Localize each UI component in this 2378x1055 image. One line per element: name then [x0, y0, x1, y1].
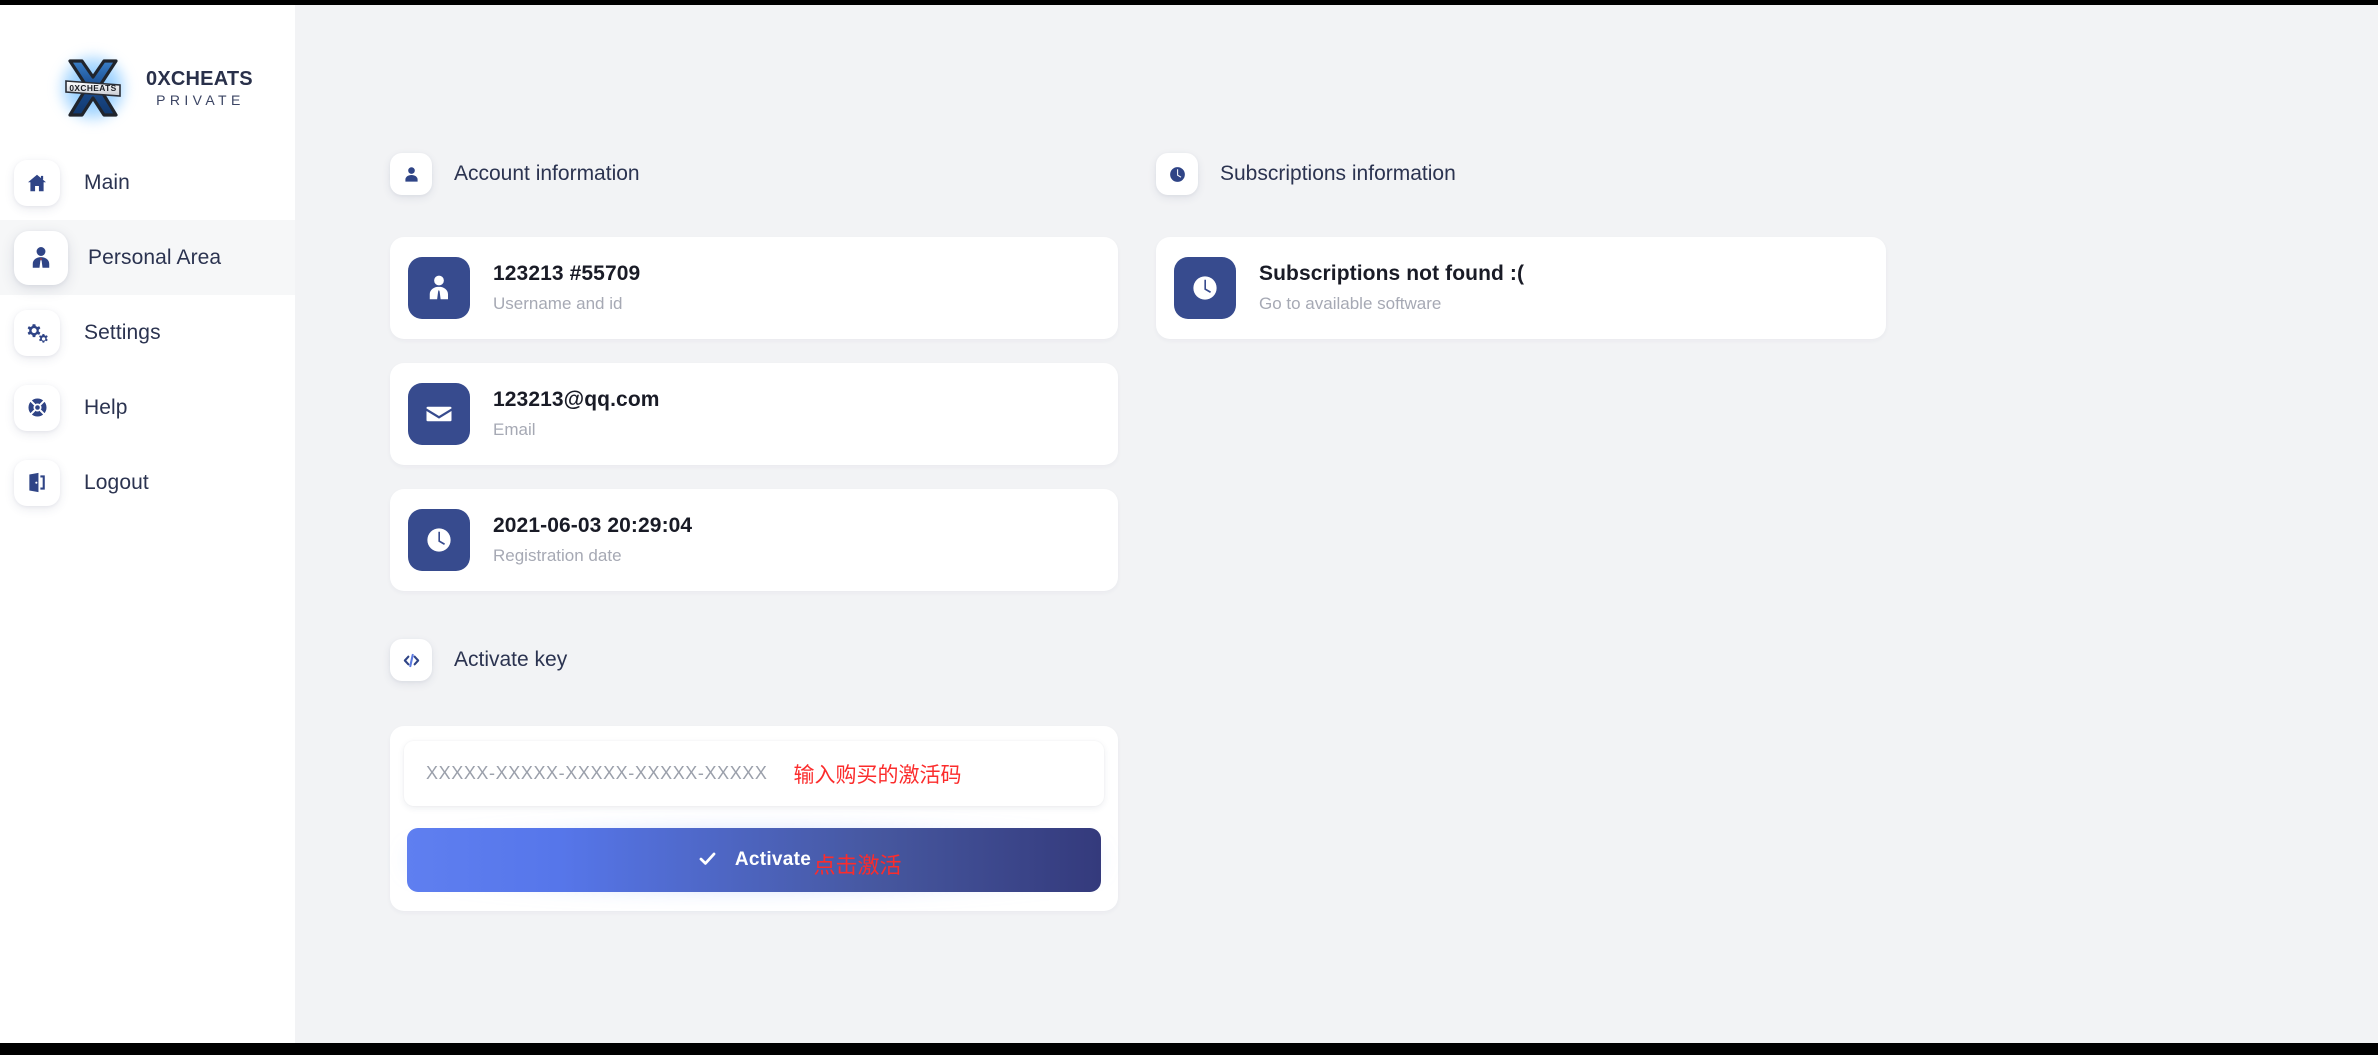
clock-icon: [1156, 153, 1198, 195]
subscription-card-empty[interactable]: Subscriptions not found :( Go to availab…: [1156, 237, 1886, 339]
user-icon: [390, 153, 432, 195]
account-column: Account information 123213 #55709 Userna…: [390, 153, 1118, 911]
content-columns: Account information 123213 #55709 Userna…: [295, 5, 2378, 911]
sidebar-item-label: Logout: [84, 470, 149, 494]
sidebar-item-logout[interactable]: Logout: [0, 445, 295, 520]
check-icon: [697, 848, 718, 872]
brand-title: 0XCHEATS: [146, 67, 253, 90]
card-subtitle: Registration date: [493, 546, 622, 565]
logo-svg: 0XCHEATS: [65, 59, 121, 117]
sign-out-icon: [14, 459, 60, 506]
activate-key-input[interactable]: XXXXX-XXXXX-XXXXX-XXXXX-XXXXX 输入购买的激活码: [404, 741, 1104, 806]
activate-button-wrap: Activate 点击激活: [404, 825, 1104, 895]
card-title: 2021-06-03 20:29:04: [493, 514, 693, 537]
brand-subtitle: PRIVATE: [156, 91, 245, 108]
card-title: 123213@qq.com: [493, 388, 660, 411]
card-title: 123213 #55709: [493, 262, 641, 285]
sidebar-item-label: Personal Area: [88, 245, 222, 269]
activate-button-label: Activate: [734, 849, 812, 870]
envelope-icon: [408, 383, 470, 445]
sidebar-item-label: Help: [84, 395, 128, 419]
subscriptions-section-header: Subscriptions information: [1156, 153, 1886, 195]
sidebar-item-help[interactable]: Help: [0, 370, 295, 445]
sidebar-item-settings[interactable]: Settings: [0, 295, 295, 370]
main-content: Account information 123213 #55709 Userna…: [295, 5, 2378, 1043]
brand-text: 0XCHEATS PRIVATE: [146, 67, 253, 108]
section-title: Subscriptions information: [1220, 162, 1456, 185]
account-card-registration-date[interactable]: 2021-06-03 20:29:04 Registration date: [390, 489, 1118, 591]
activate-button[interactable]: Activate: [407, 828, 1101, 892]
card-text: 2021-06-03 20:29:04 Registration date: [493, 514, 692, 566]
card-title: Subscriptions not found :(: [1259, 262, 1525, 285]
sidebar-item-main[interactable]: Main: [0, 145, 295, 220]
sidebar-item-label: Settings: [84, 320, 161, 344]
brand-logo-block[interactable]: 0XCHEATS 0XCHEATS PRIVATE: [0, 5, 295, 145]
activate-section-header: Activate key: [390, 639, 1118, 681]
code-icon: [390, 639, 432, 681]
section-title: Account information: [454, 162, 640, 185]
subscriptions-column: Subscriptions information Subscriptions …: [1156, 153, 1886, 363]
gears-icon: [14, 309, 60, 356]
account-section-header: Account information: [390, 153, 1118, 195]
user-tie-icon: [14, 230, 68, 285]
card-text: 123213@qq.com Email: [493, 388, 660, 440]
life-ring-icon: [14, 384, 60, 431]
card-text: 123213 #55709 Username and id: [493, 262, 640, 314]
clock-icon: [408, 509, 470, 571]
app-window: 0XCHEATS 0XCHEATS PRIVATE Main Personal …: [0, 5, 2378, 1043]
svg-text:0XCHEATS: 0XCHEATS: [69, 83, 116, 93]
activate-button-content: Activate: [697, 848, 811, 872]
card-subtitle: Email: [493, 420, 536, 439]
clock-icon: [1174, 257, 1236, 319]
account-card-username[interactable]: 123213 #55709 Username and id: [390, 237, 1118, 339]
sidebar-item-personal-area[interactable]: Personal Area: [0, 220, 295, 295]
activate-key-placeholder: XXXXX-XXXXX-XXXXX-XXXXX-XXXXX: [426, 763, 768, 783]
sidebar: 0XCHEATS 0XCHEATS PRIVATE Main Personal …: [0, 5, 295, 1043]
section-title: Activate key: [454, 648, 568, 671]
user-tie-icon: [408, 257, 470, 319]
x-shield-logo-icon: 0XCHEATS: [54, 49, 132, 127]
card-text: Subscriptions not found :( Go to availab…: [1259, 262, 1524, 314]
account-card-email[interactable]: 123213@qq.com Email: [390, 363, 1118, 465]
sidebar-item-label: Main: [84, 170, 130, 194]
home-icon: [14, 159, 60, 206]
card-subtitle: Go to available software: [1259, 294, 1442, 313]
activate-key-input-annotation: 输入购买的激活码: [793, 762, 962, 787]
activate-key-panel: XXXXX-XXXXX-XXXXX-XXXXX-XXXXX 输入购买的激活码 A…: [390, 726, 1118, 911]
card-subtitle: Username and id: [493, 294, 623, 313]
